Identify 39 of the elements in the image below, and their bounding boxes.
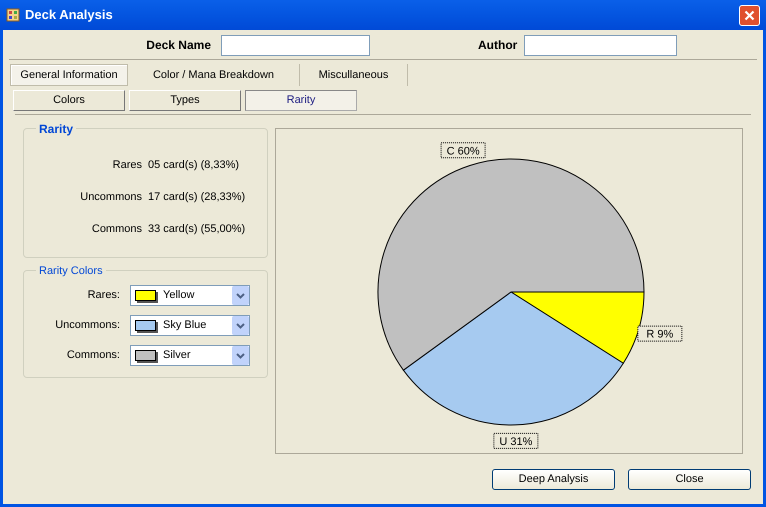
dropdown-value: Silver [163,348,191,363]
author-field[interactable] [524,34,678,56]
field-label: Deck Name [145,37,211,54]
data-label: C 60% [440,142,486,158]
data-label: R 9% [646,328,674,341]
tab[interactable]: General Information [10,64,128,86]
data-label: C 60% [446,145,480,158]
tab[interactable]: Miscullaneous [300,64,408,86]
dropdown-value: Yellow [163,288,194,303]
window-title: Deck Analysis [25,6,113,24]
tab[interactable]: Color / Mana Breakdown [128,64,300,86]
stat-value: 33 card(s) (55,00%) [148,222,246,237]
field-label: Uncommons: [54,318,120,333]
close-button[interactable] [739,4,760,26]
color-dropdown[interactable]: Sky Blue [130,314,250,336]
group-title: Rarity [36,122,76,136]
dropdown-value: Sky Blue [163,318,206,333]
field-label: Rares: [86,288,120,303]
tab[interactable]: Types [129,90,241,111]
stat-label: Commons [90,222,142,237]
stat-value: 17 card(s) (28,33%) [148,190,246,205]
group-title: Rarity Colors [36,264,106,278]
tab[interactable]: Colors [13,90,125,111]
deck-name-field[interactable] [221,34,370,56]
stat-value: 05 card(s) (8,33%) [148,158,240,173]
dialog-button[interactable]: Close [628,469,751,490]
stat-label: Uncommons [79,190,142,205]
data-label: U 31% [493,432,538,449]
close-icon [744,10,755,20]
stat-label: Rares [112,158,142,173]
data-label: U 31% [499,436,533,448]
field-label: Author [478,37,518,54]
color-dropdown[interactable]: Silver [130,344,250,366]
tab[interactable]: Rarity [245,90,357,111]
data-label: R 9% [637,326,682,342]
app-icon [6,8,20,22]
field-label: Commons: [66,348,120,363]
color-dropdown[interactable]: Yellow [130,284,250,306]
dialog-button[interactable]: Deep Analysis [492,469,615,490]
